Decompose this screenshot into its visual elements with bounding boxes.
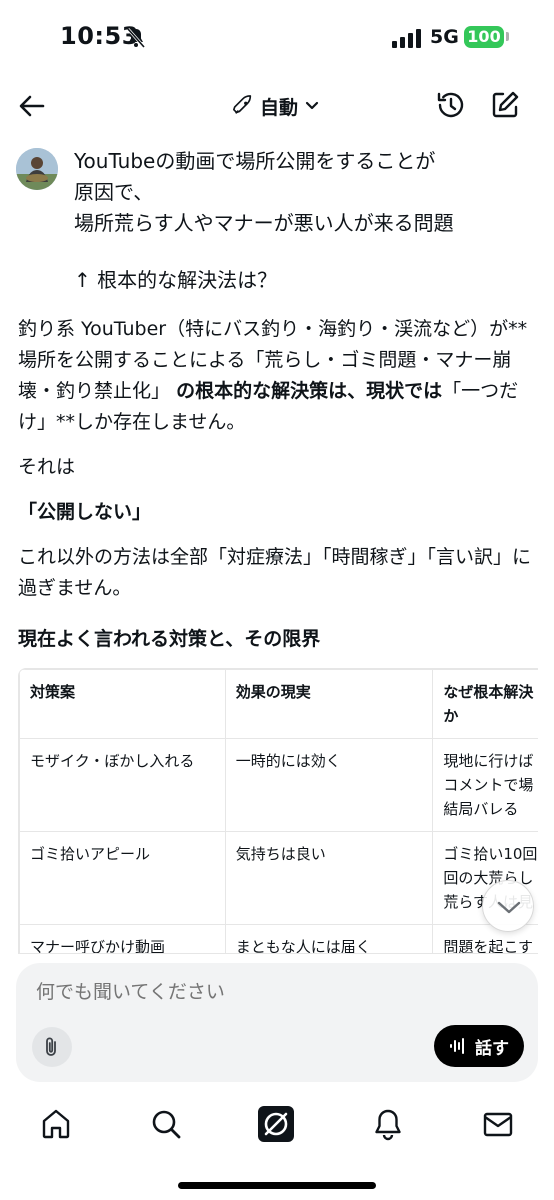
bottom-navigation: [0, 1098, 554, 1158]
table-cell: ゴミ拾いアピール: [19, 831, 226, 925]
voice-button[interactable]: 話す: [434, 1025, 524, 1067]
scroll-to-bottom-button[interactable]: [482, 880, 534, 932]
answer-paragraph-3: 「公開しない」: [18, 497, 538, 528]
voice-label: 話す: [475, 1038, 509, 1059]
network-type: 5G: [430, 26, 459, 48]
answer-paragraph-2: それは: [18, 456, 76, 478]
countermeasure-table[interactable]: 対策案 効果の現実 なぜ根本解決 か モザイク・ぼかし入れる 一時的には効く 現…: [18, 668, 538, 954]
search-icon[interactable]: [148, 1106, 184, 1142]
cell-text: 一時的には効く: [235, 752, 341, 770]
mode-label: 自動: [260, 96, 299, 119]
attach-button[interactable]: [32, 1027, 72, 1067]
history-icon[interactable]: [434, 88, 468, 122]
table-cell: まともな人には届く: [224, 924, 434, 954]
cell-text: モザイク・ぼかし入れる: [30, 752, 195, 770]
grok-icon[interactable]: [258, 1106, 294, 1142]
mode-selector[interactable]: 自動: [232, 90, 320, 122]
user-message-text: YouTubeの動画で場所公開をすることが 原因で、 場所荒らす人やマナーが悪い…: [74, 149, 454, 235]
table-header-row: 対策案 効果の現実 なぜ根本解決 か: [19, 669, 538, 739]
header-text: なぜ根本解決 か: [443, 683, 534, 725]
cell-text: 気持ちは良い: [235, 845, 326, 863]
signal-icon: [392, 29, 421, 48]
table-row: モザイク・ぼかし入れる 一時的には効く 現地に行けば コメントで場 結局バレる: [19, 738, 538, 832]
table-cell: モザイク・ぼかし入れる: [19, 738, 226, 832]
mail-icon[interactable]: [480, 1106, 516, 1142]
back-arrow-icon[interactable]: [16, 90, 48, 122]
answer-p1-bold: の根本的な解決策は、現状では: [176, 380, 443, 402]
paperclip-icon: [46, 1037, 56, 1056]
user-avatar[interactable]: [16, 148, 58, 190]
table-cell: 気持ちは良い: [224, 831, 434, 925]
user-message: YouTubeの動画で場所公開をすることが 原因で、 場所荒らす人やマナーが悪い…: [74, 146, 514, 296]
header-text: 効果の現実: [235, 683, 311, 701]
cell-text: マナー呼びかけ動画: [30, 938, 166, 954]
table-cell: 現地に行けば コメントで場 結局バレる: [432, 738, 538, 832]
battery-icon: 100: [464, 26, 504, 48]
answer-paragraph-4: これ以外の方法は全部「対症療法」「時間稼ぎ」「言い訳」に過ぎません。: [18, 546, 532, 599]
table-cell: マナー呼びかけ動画: [19, 924, 226, 954]
table-header: 対策案: [19, 669, 226, 739]
cell-text: 現地に行けば コメントで場 結局バレる: [443, 752, 534, 818]
message-composer: 話す: [16, 963, 538, 1082]
avatar-photo: [16, 148, 58, 190]
bell-icon[interactable]: [370, 1106, 406, 1142]
new-chat-edit-icon[interactable]: [488, 88, 522, 122]
table-cell: 問題を起こす びかけなんか: [432, 924, 538, 954]
home-indicator: [178, 1182, 376, 1189]
user-question: ↑ 根本的な解決法は？: [74, 268, 278, 292]
rocket-icon: [233, 95, 252, 114]
bell-off-icon: [126, 28, 146, 48]
table-header: なぜ根本解決 か: [432, 669, 538, 739]
chevron-down-icon: [305, 101, 319, 110]
home-icon[interactable]: [38, 1106, 74, 1142]
answer-p3-bold: 「公開しない」: [18, 501, 152, 523]
table-row: マナー呼びかけ動画 まともな人には届く 問題を起こす びかけなんか: [19, 924, 538, 954]
table-cell: 一時的には効く: [224, 738, 434, 832]
table-header: 効果の現実: [224, 669, 434, 739]
section-title: 現在よく言われる対策と、その限界: [18, 628, 321, 650]
battery-tip: [506, 32, 509, 41]
waveform-icon: [450, 1038, 464, 1054]
chevron-down-icon: [497, 901, 521, 914]
cell-text: ゴミ拾いアピール: [30, 845, 151, 863]
cell-text: まともな人には届く: [235, 938, 371, 954]
assistant-response: 釣り系 YouTuber（特にバス釣り・海釣り・渓流など）が**場所を公開するこ…: [18, 314, 538, 618]
header-text: 対策案: [30, 683, 76, 701]
answer-paragraph-1: 釣り系 YouTuber（特にバス釣り・海釣り・渓流など）が**場所を公開するこ…: [18, 314, 538, 438]
chat-header: 自動: [0, 78, 554, 134]
status-bar: 10:53 5G 100: [0, 0, 554, 76]
cell-text: 問題を起こす びかけなんか: [443, 938, 534, 954]
message-input[interactable]: [36, 981, 516, 1003]
table-row: ゴミ拾いアピール 気持ちは良い ゴミ拾い10回 回の大荒らし 荒らす人は見: [19, 831, 538, 925]
